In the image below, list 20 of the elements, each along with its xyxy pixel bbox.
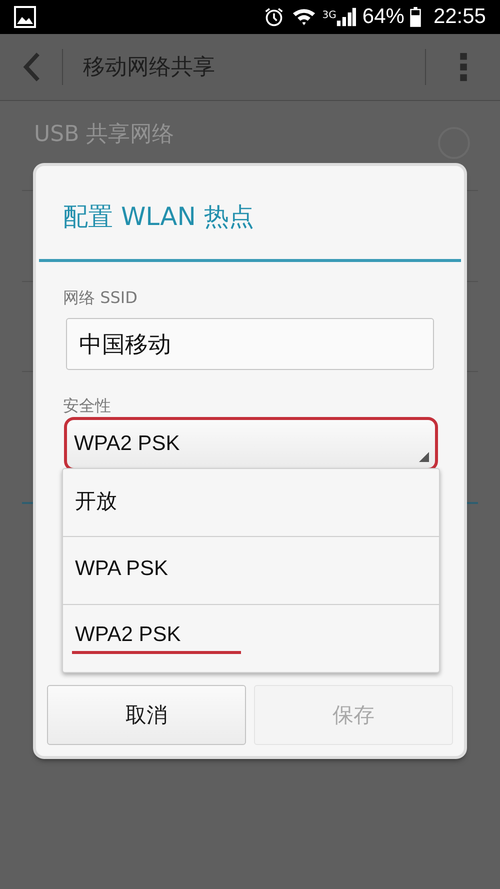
back-icon[interactable] — [22, 52, 42, 82]
dialog-title: 配置 WLAN 热点 — [62, 201, 255, 233]
network-type: 3G — [322, 10, 336, 21]
battery-icon — [410, 7, 422, 27]
menu-option[interactable]: WPA2 PSK — [63, 604, 439, 672]
signal-icon — [336, 7, 356, 27]
dropdown-corner-icon — [419, 452, 429, 462]
menu-option[interactable]: WPA PSK — [63, 536, 439, 604]
clock-time: 22:55 — [433, 5, 486, 29]
screen-title: 移动网络共享 — [83, 54, 215, 82]
dropdown[interactable]: WPA2 PSK — [64, 417, 438, 471]
image-icon — [14, 6, 36, 28]
battery-percent: 64% — [362, 5, 404, 29]
field-label: 安全性 — [63, 396, 112, 417]
menu-option[interactable]: 开放 — [63, 469, 439, 536]
field-label: 网络 SSID — [63, 288, 138, 309]
wifi-icon — [292, 7, 316, 27]
cancel-button[interactable]: 取消 — [47, 685, 246, 745]
input-field[interactable]: 中国移动 — [66, 318, 434, 370]
overflow-menu-icon[interactable] — [460, 52, 468, 82]
